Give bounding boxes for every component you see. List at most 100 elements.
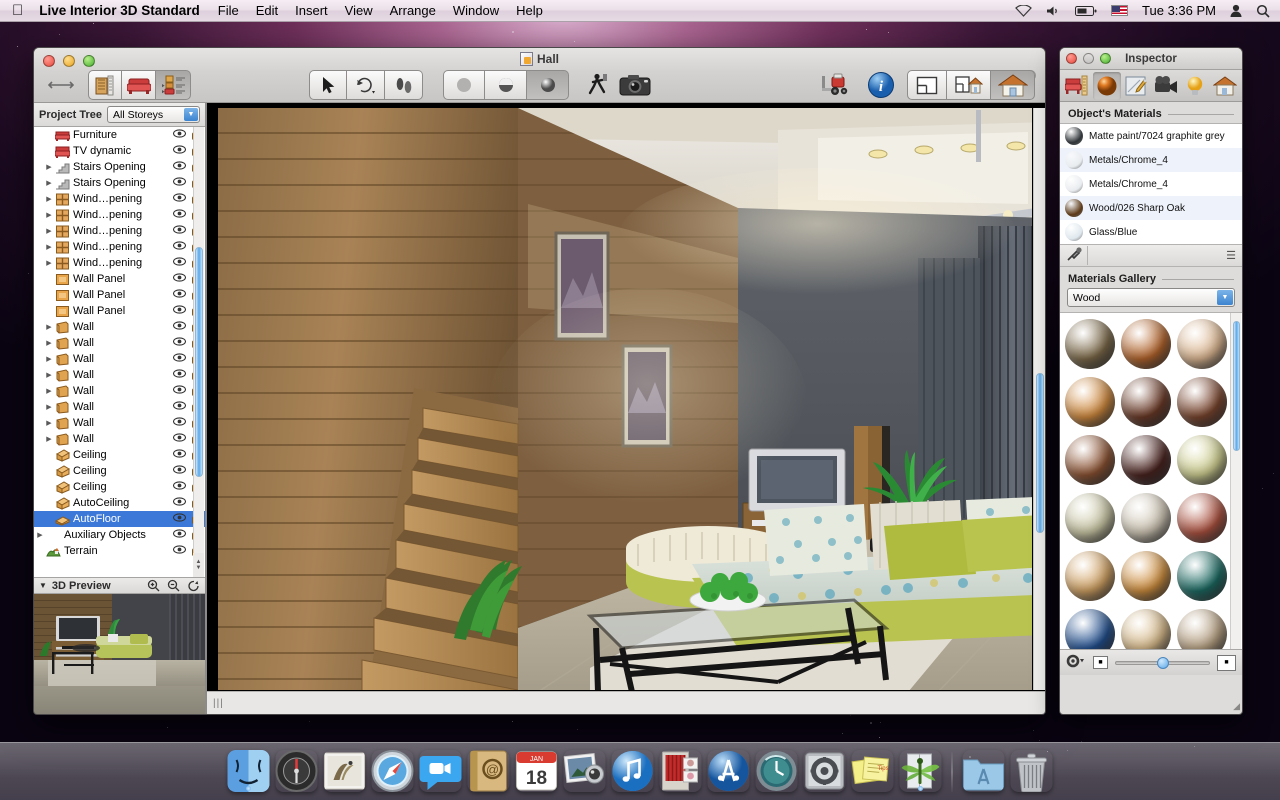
tree-row[interactable]: Ceiling xyxy=(34,447,205,463)
search-icon[interactable] xyxy=(1256,4,1270,18)
disclosure-triangle-icon[interactable]: ▶ xyxy=(43,243,55,251)
disclosure-triangle-icon[interactable]: ▶ xyxy=(43,179,55,187)
furniture-tool[interactable] xyxy=(122,70,156,100)
camera-tab[interactable] xyxy=(1152,72,1181,100)
gallery-cell[interactable] xyxy=(1118,605,1174,649)
dock-item-iphoto[interactable] xyxy=(564,750,606,792)
menu-file[interactable]: File xyxy=(218,3,239,18)
camera-icon[interactable] xyxy=(619,73,651,97)
disclosure-triangle-icon[interactable]: ▶ xyxy=(43,163,55,171)
systemprefs-icon[interactable] xyxy=(804,750,846,792)
dock-item-dashboard[interactable] xyxy=(276,750,318,792)
folder-icon[interactable] xyxy=(963,750,1005,792)
tree-row[interactable]: ▶ Stairs Opening xyxy=(34,175,205,191)
dock-item-mail[interactable] xyxy=(324,750,366,792)
dock-item-photo-booth[interactable] xyxy=(660,750,702,792)
eye-icon[interactable] xyxy=(171,385,188,397)
material-row[interactable]: Wood/026 Sharp Oak xyxy=(1060,196,1242,220)
tree-row[interactable]: AutoCeiling xyxy=(34,495,205,511)
disclosure-triangle-icon[interactable]: ▶ xyxy=(43,339,55,347)
gallery-cell[interactable] xyxy=(1062,373,1118,431)
dock-item-live-interior-3d[interactable] xyxy=(900,750,942,792)
iphoto-icon[interactable] xyxy=(564,750,606,792)
battery-icon[interactable] xyxy=(1075,5,1097,17)
eye-icon[interactable] xyxy=(171,289,188,301)
tree-row[interactable]: ▶ Wall xyxy=(34,431,205,447)
eye-icon[interactable] xyxy=(171,145,188,157)
dock-item-calendar[interactable]: JAN 18 xyxy=(516,750,558,792)
eye-icon[interactable] xyxy=(171,513,188,525)
material-sphere-icon[interactable] xyxy=(1121,493,1171,543)
gallery-cell[interactable] xyxy=(1118,547,1174,605)
hamburger-icon[interactable]: ☰ xyxy=(1226,249,1242,262)
slider-knob[interactable] xyxy=(1157,657,1169,669)
menu-insert[interactable]: Insert xyxy=(295,3,328,18)
eye-icon[interactable] xyxy=(171,193,188,205)
material-sphere-icon[interactable] xyxy=(1065,435,1115,485)
dock-item-trash[interactable] xyxy=(1011,750,1053,792)
building-tool[interactable] xyxy=(88,70,122,100)
plan-view[interactable] xyxy=(907,70,947,100)
tree-row[interactable]: Wall Panel xyxy=(34,271,205,287)
disclosure-triangle-icon[interactable]: ▶ xyxy=(43,323,55,331)
dock-item-time-machine[interactable] xyxy=(756,750,798,792)
dock-item-facetime[interactable] xyxy=(420,750,462,792)
flat-render[interactable] xyxy=(443,70,485,100)
tree-row[interactable]: ▶ Wall xyxy=(34,383,205,399)
storey-filter-dropdown[interactable]: All Storeys ▼ xyxy=(107,106,200,123)
dock-item-system-prefs[interactable] xyxy=(804,750,846,792)
volume-icon[interactable] xyxy=(1046,5,1061,17)
material-sphere-icon[interactable] xyxy=(1177,435,1227,485)
gallery-cell[interactable] xyxy=(1118,315,1174,373)
gallery-cell[interactable] xyxy=(1118,373,1174,431)
3d-viewport[interactable]: ||| xyxy=(206,103,1045,714)
realistic-render[interactable] xyxy=(527,70,569,100)
timemachine-icon[interactable] xyxy=(756,750,798,792)
eye-icon[interactable] xyxy=(171,129,188,141)
disclosure-triangle-icon[interactable]: ▶ xyxy=(43,403,55,411)
material-row[interactable]: Matte paint/7024 graphite grey xyxy=(1060,124,1242,148)
us-flag-icon[interactable] xyxy=(1111,5,1128,16)
eye-icon[interactable] xyxy=(171,353,188,365)
eye-icon[interactable] xyxy=(171,465,188,477)
gallery-cell[interactable] xyxy=(1174,315,1230,373)
eye-icon[interactable] xyxy=(171,433,188,445)
forklift-icon[interactable] xyxy=(821,72,855,98)
dock-item-stickies[interactable]: Tips xyxy=(852,750,894,792)
gallery-cell[interactable] xyxy=(1062,315,1118,373)
tree-row[interactable]: Wall Panel xyxy=(34,287,205,303)
disclosure-triangle-icon[interactable]: ▶ xyxy=(43,195,55,203)
resize-grip-icon[interactable]: ||| xyxy=(213,698,224,709)
disclosure-triangle-icon[interactable]: ▶ xyxy=(34,531,46,539)
eye-icon[interactable] xyxy=(171,321,188,333)
tree-row[interactable]: ▶ Wall xyxy=(34,351,205,367)
arrow-select-tool[interactable] xyxy=(309,70,347,100)
inspector-minimize-button[interactable] xyxy=(1083,53,1094,64)
menubar-clock[interactable]: Tue 3:36 PM xyxy=(1142,3,1216,18)
photobooth-icon[interactable] xyxy=(660,750,702,792)
tree-row[interactable]: Ceiling xyxy=(34,479,205,495)
inspector-close-button[interactable] xyxy=(1066,53,1077,64)
disclosure-triangle-icon[interactable]: ▶ xyxy=(43,387,55,395)
eye-icon[interactable] xyxy=(171,337,188,349)
walk-tool[interactable] xyxy=(385,70,423,100)
stickies-icon[interactable]: Tips xyxy=(852,750,894,792)
viewport-scrollbar[interactable] xyxy=(1033,108,1045,690)
zoom-out-icon[interactable] xyxy=(167,579,180,592)
eye-icon[interactable] xyxy=(171,225,188,237)
small-thumbnail-icon[interactable]: ■ xyxy=(1093,656,1108,669)
inspector-titlebar[interactable]: Inspector xyxy=(1060,48,1242,70)
material-sphere-icon[interactable] xyxy=(1065,319,1115,369)
calendar-icon[interactable]: JAN 18 xyxy=(516,750,558,792)
dock-item-finder[interactable] xyxy=(228,750,270,792)
wifi-icon[interactable] xyxy=(1015,5,1032,17)
gallery-cell[interactable] xyxy=(1174,547,1230,605)
object-tab[interactable] xyxy=(1063,72,1092,100)
eye-icon[interactable] xyxy=(171,497,188,509)
appstore-icon[interactable] xyxy=(708,750,750,792)
disclosure-triangle-icon[interactable]: ▶ xyxy=(43,227,55,235)
gallery-cell[interactable] xyxy=(1062,547,1118,605)
trash-icon[interactable] xyxy=(1011,750,1053,792)
eye-icon[interactable] xyxy=(171,449,188,461)
dock-item-applications-folder[interactable] xyxy=(963,750,1005,792)
